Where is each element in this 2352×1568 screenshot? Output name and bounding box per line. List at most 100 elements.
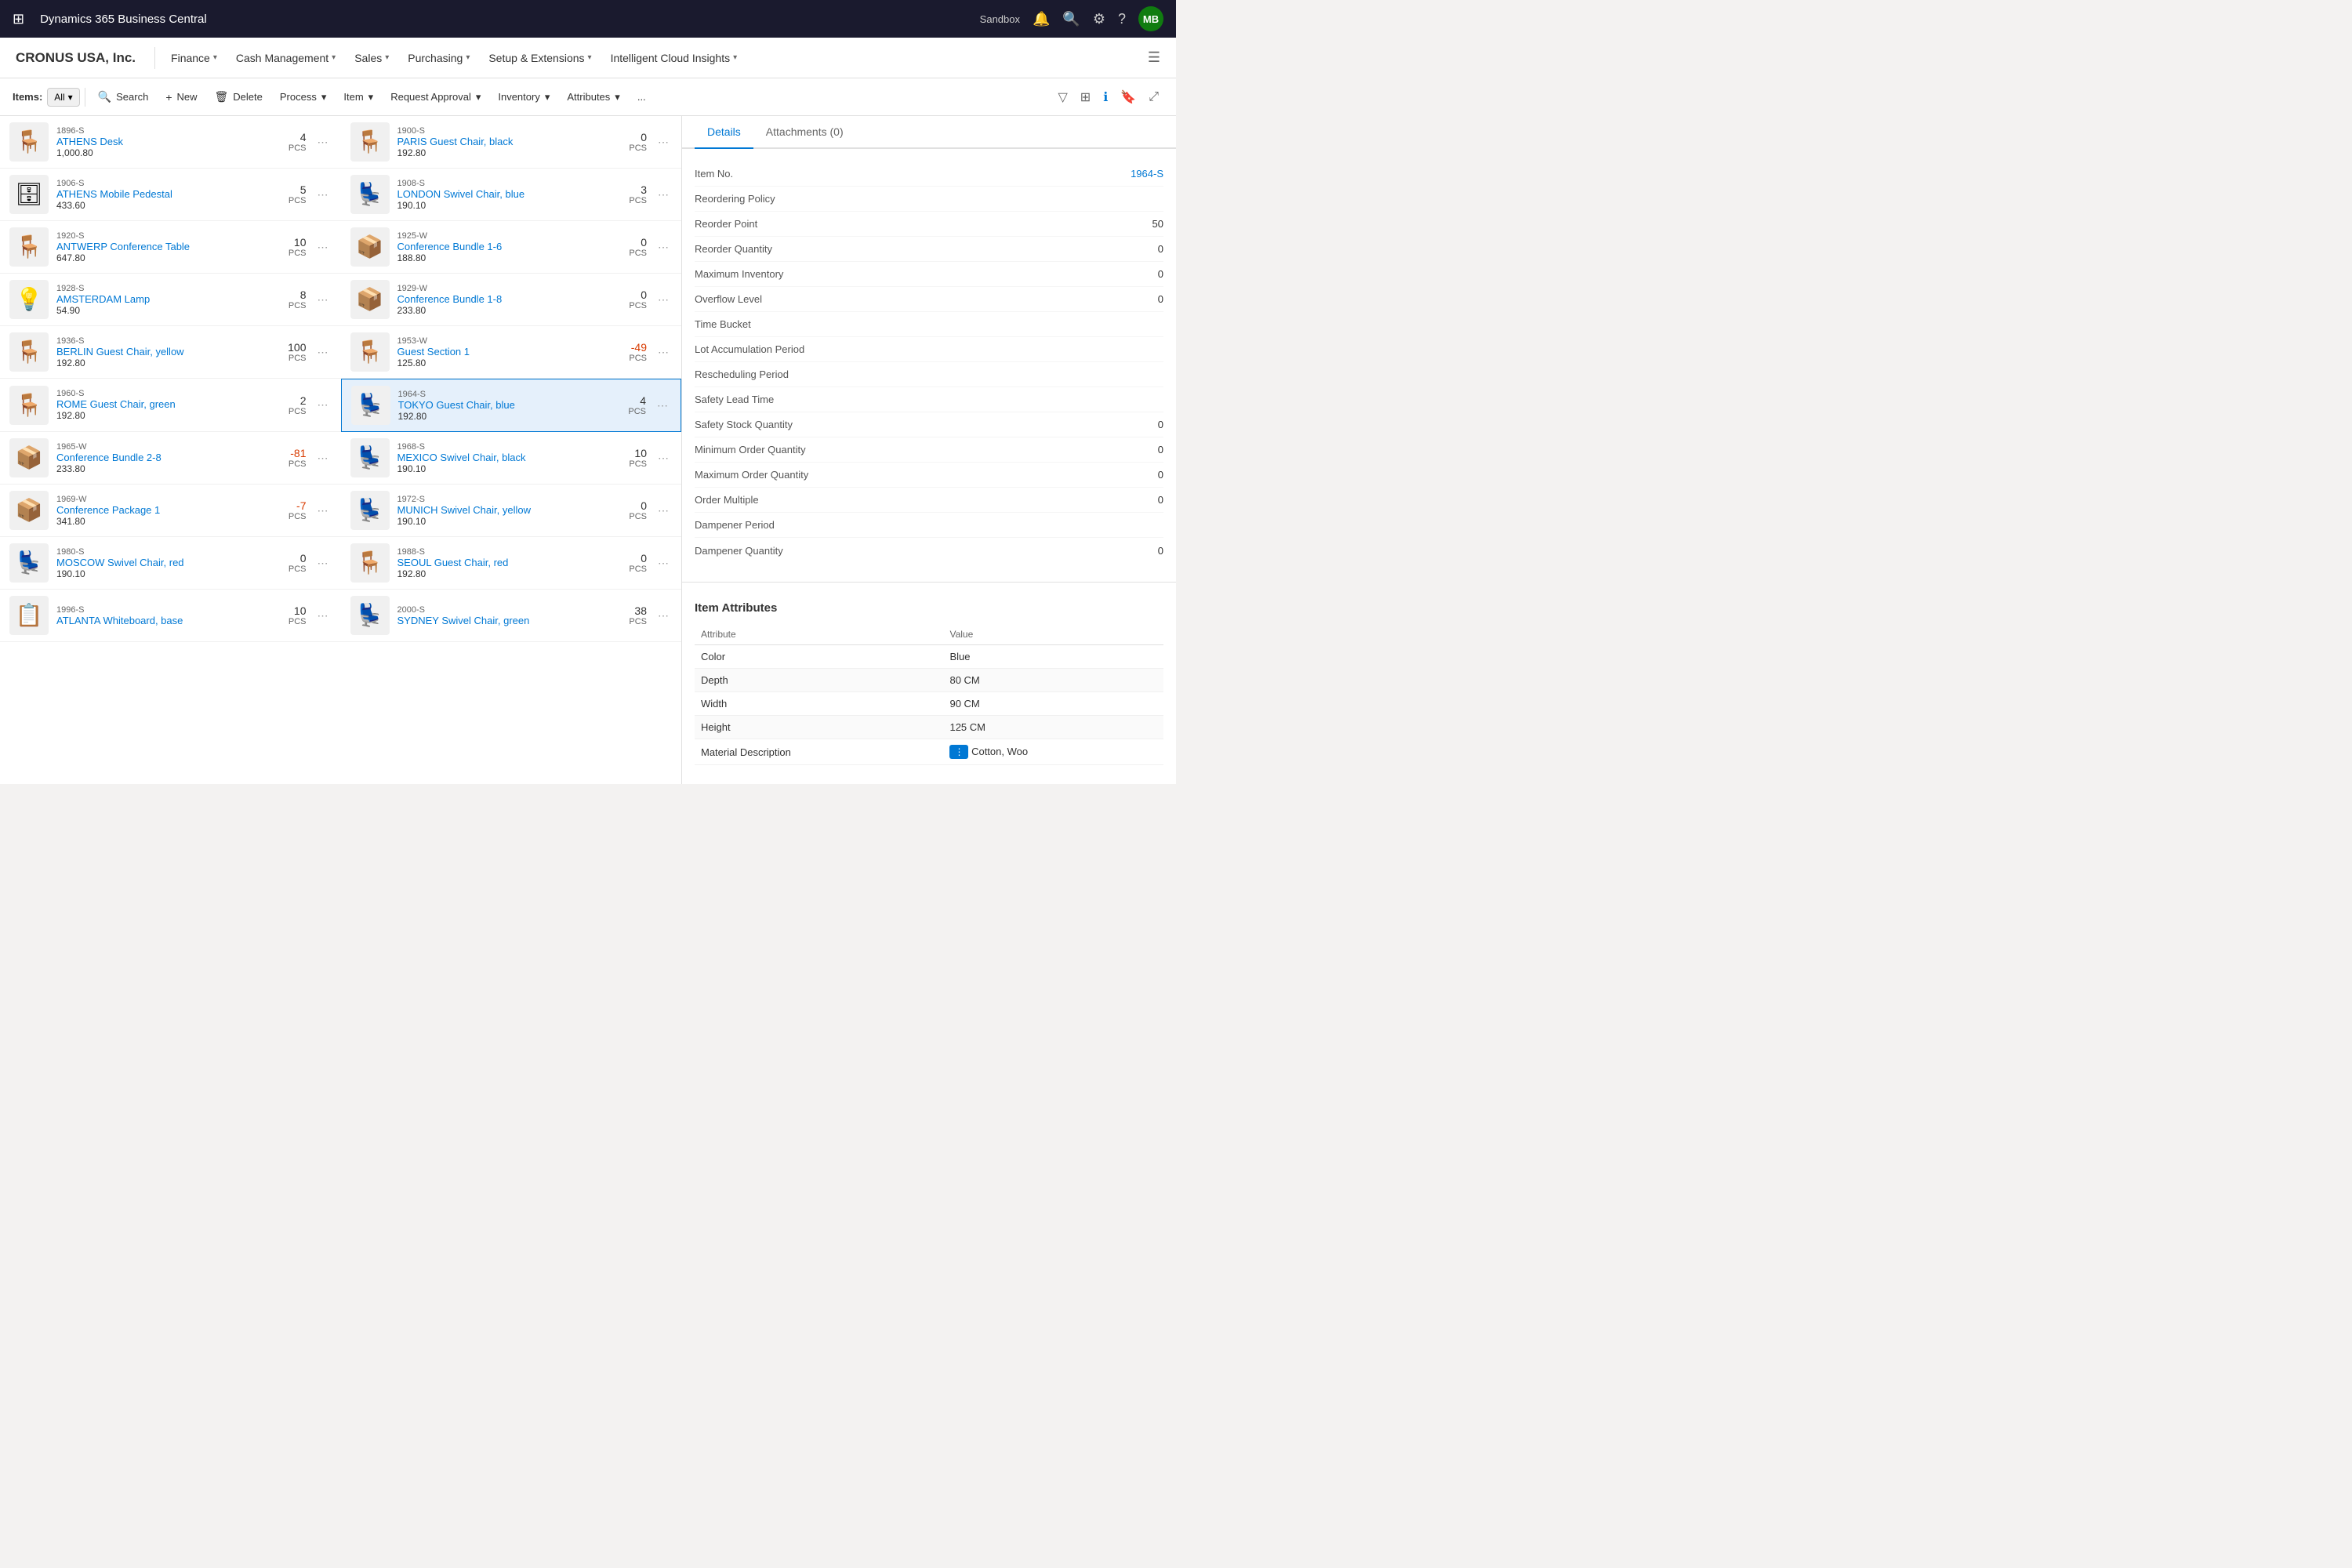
item-name[interactable]: SEOUL Guest Chair, red: [397, 557, 601, 568]
notification-icon[interactable]: 🔔: [1033, 11, 1050, 27]
item-more-button[interactable]: ⋯: [655, 606, 672, 626]
inventory-button[interactable]: Inventory ▾: [490, 86, 557, 108]
item-name[interactable]: Guest Section 1: [397, 346, 601, 358]
list-item[interactable]: 💺 1972-S MUNICH Swivel Chair, yellow 190…: [341, 485, 682, 537]
company-name[interactable]: CRONUS USA, Inc.: [16, 50, 136, 66]
item-more-button[interactable]: ⋯: [314, 395, 332, 415]
item-more-button[interactable]: ⋯: [655, 448, 672, 468]
user-avatar[interactable]: MB: [1138, 6, 1163, 31]
item-button[interactable]: Item ▾: [336, 86, 381, 108]
item-more-button[interactable]: ⋯: [655, 501, 672, 521]
filter-button[interactable]: All ▾: [47, 88, 79, 107]
menu-item-finance[interactable]: Finance ▾: [162, 45, 227, 71]
item-image: 💺: [350, 175, 390, 214]
list-item[interactable]: 💡 1928-S AMSTERDAM Lamp 54.90 8 PCS ⋯: [0, 274, 341, 326]
list-item[interactable]: 🪑 1936-S BERLIN Guest Chair, yellow 192.…: [0, 326, 341, 379]
item-name[interactable]: MUNICH Swivel Chair, yellow: [397, 504, 601, 516]
delete-button[interactable]: 🗑 Delete: [207, 85, 270, 108]
item-more-button[interactable]: ⋯: [654, 396, 671, 416]
list-item[interactable]: 🪑 1896-S ATHENS Desk 1,000.80 4 PCS ⋯: [0, 116, 341, 169]
bookmark-icon-button[interactable]: 🔖: [1116, 85, 1141, 110]
item-name[interactable]: MEXICO Swivel Chair, black: [397, 452, 601, 463]
list-item[interactable]: 🪑 1953-W Guest Section 1 125.80 -49 PCS …: [341, 326, 682, 379]
menu-item-cloud[interactable]: Intelligent Cloud Insights ▾: [601, 45, 747, 71]
item-name[interactable]: TOKYO Guest Chair, blue: [398, 399, 600, 411]
menu-item-sales[interactable]: Sales ▾: [345, 45, 398, 71]
list-item[interactable]: 📦 1925-W Conference Bundle 1-6 188.80 0 …: [341, 221, 682, 274]
list-item[interactable]: 💺 1980-S MOSCOW Swivel Chair, red 190.10…: [0, 537, 341, 590]
item-name[interactable]: Conference Package 1: [56, 504, 260, 516]
attributes-button[interactable]: Attributes ▾: [559, 86, 627, 108]
list-item[interactable]: 📋 1996-S ATLANTA Whiteboard, base 10 PCS…: [0, 590, 341, 642]
process-button[interactable]: Process ▾: [272, 86, 335, 108]
item-name[interactable]: MOSCOW Swivel Chair, red: [56, 557, 260, 568]
menu-item-cash[interactable]: Cash Management ▾: [227, 45, 345, 71]
item-more-button[interactable]: ⋯: [314, 606, 332, 626]
item-more-button[interactable]: ⋯: [314, 238, 332, 257]
item-image: 💺: [350, 596, 390, 635]
item-name[interactable]: ROME Guest Chair, green: [56, 398, 260, 410]
list-item[interactable]: 🗄 1906-S ATHENS Mobile Pedestal 433.60 5…: [0, 169, 341, 221]
item-name[interactable]: BERLIN Guest Chair, yellow: [56, 346, 260, 358]
list-item[interactable]: 💺 1908-S LONDON Swivel Chair, blue 190.1…: [341, 169, 682, 221]
hamburger-icon[interactable]: ☰: [1148, 49, 1160, 65]
view-icon-button[interactable]: ⊞: [1076, 85, 1095, 110]
list-item[interactable]: 🪑 1900-S PARIS Guest Chair, black 192.80…: [341, 116, 682, 169]
item-more-button[interactable]: ⋯: [655, 132, 672, 152]
more-button[interactable]: ...: [630, 86, 654, 107]
item-more-button[interactable]: ⋯: [314, 343, 332, 362]
expand-icon-button[interactable]: ⤢: [1144, 85, 1163, 109]
item-name[interactable]: AMSTERDAM Lamp: [56, 293, 260, 305]
item-name[interactable]: Conference Bundle 1-6: [397, 241, 601, 252]
edit-attr-button[interactable]: ⋮: [949, 745, 968, 759]
item-info: 1928-S AMSTERDAM Lamp 54.90: [56, 284, 260, 316]
info-icon-button[interactable]: ℹ: [1098, 85, 1112, 110]
item-more-button[interactable]: ⋯: [314, 554, 332, 573]
menu-item-purchasing[interactable]: Purchasing ▾: [398, 45, 479, 71]
item-more-button[interactable]: ⋯: [655, 343, 672, 362]
field-value[interactable]: 1964-S: [1131, 168, 1163, 180]
list-item[interactable]: 💺 1964-S TOKYO Guest Chair, blue 192.80 …: [341, 379, 682, 432]
item-price: 647.80: [56, 252, 260, 263]
search-icon[interactable]: 🔍: [1062, 11, 1080, 27]
item-more-button[interactable]: ⋯: [314, 290, 332, 310]
detail-row: Lot Accumulation Period: [695, 337, 1163, 362]
item-more-button[interactable]: ⋯: [655, 290, 672, 310]
list-item[interactable]: 📦 1965-W Conference Bundle 2-8 233.80 -8…: [0, 432, 341, 485]
item-name[interactable]: Conference Bundle 1-8: [397, 293, 601, 305]
request-approval-button[interactable]: Request Approval ▾: [383, 86, 488, 108]
item-name[interactable]: SYDNEY Swivel Chair, green: [397, 615, 601, 626]
waffle-icon[interactable]: ⊞: [13, 11, 24, 27]
list-item[interactable]: 💺 1968-S MEXICO Swivel Chair, black 190.…: [341, 432, 682, 485]
item-name[interactable]: ANTWERP Conference Table: [56, 241, 260, 252]
item-more-button[interactable]: ⋯: [655, 554, 672, 573]
list-item[interactable]: 💺 2000-S SYDNEY Swivel Chair, green 38 P…: [341, 590, 682, 642]
list-item[interactable]: 🪑 1988-S SEOUL Guest Chair, red 192.80 0…: [341, 537, 682, 590]
menu-item-setup[interactable]: Setup & Extensions ▾: [479, 45, 601, 71]
item-name[interactable]: ATLANTA Whiteboard, base: [56, 615, 260, 626]
item-name[interactable]: ATHENS Mobile Pedestal: [56, 188, 260, 200]
item-more-button[interactable]: ⋯: [314, 185, 332, 205]
item-name[interactable]: Conference Bundle 2-8: [56, 452, 260, 463]
search-button[interactable]: 🔍 Search: [90, 85, 157, 108]
tab-attachments[interactable]: Attachments (0): [753, 116, 856, 149]
help-icon[interactable]: ?: [1118, 11, 1126, 27]
item-more-button[interactable]: ⋯: [655, 185, 672, 205]
item-more-button[interactable]: ⋯: [314, 132, 332, 152]
list-item[interactable]: 🪑 1920-S ANTWERP Conference Table 647.80…: [0, 221, 341, 274]
item-name[interactable]: LONDON Swivel Chair, blue: [397, 188, 601, 200]
item-name[interactable]: ATHENS Desk: [56, 136, 260, 147]
settings-icon[interactable]: ⚙: [1093, 11, 1105, 27]
item-more-button[interactable]: ⋯: [314, 501, 332, 521]
item-more-button[interactable]: ⋯: [655, 238, 672, 257]
list-item[interactable]: 📦 1969-W Conference Package 1 341.80 -7 …: [0, 485, 341, 537]
item-more-button[interactable]: ⋯: [314, 448, 332, 468]
list-item[interactable]: 🪑 1960-S ROME Guest Chair, green 192.80 …: [0, 379, 341, 432]
tab-details[interactable]: Details: [695, 116, 753, 149]
qty-unit: PCS: [608, 301, 647, 310]
item-quantity: 0 PCS: [608, 131, 647, 153]
filter-icon-button[interactable]: ▽: [1053, 85, 1072, 110]
item-name[interactable]: PARIS Guest Chair, black: [397, 136, 601, 147]
new-button[interactable]: + New: [158, 86, 205, 108]
list-item[interactable]: 📦 1929-W Conference Bundle 1-8 233.80 0 …: [341, 274, 682, 326]
